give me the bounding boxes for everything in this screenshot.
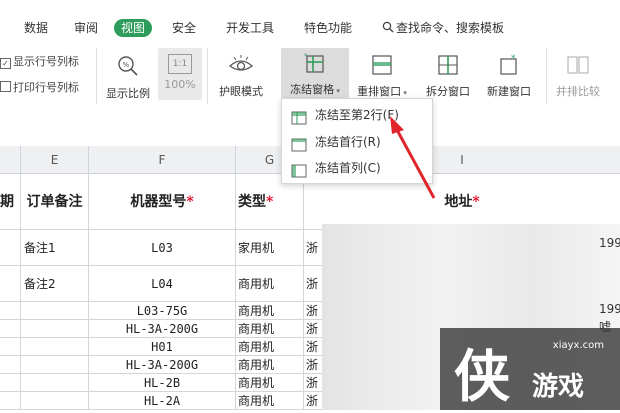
watermark-brand: 游戏 bbox=[532, 372, 585, 402]
site-watermark: 侠 xiayx.com 游戏 bbox=[440, 328, 620, 410]
watermark-url: xiayx.com bbox=[552, 340, 604, 351]
watermark-logo: 侠 bbox=[454, 344, 510, 410]
